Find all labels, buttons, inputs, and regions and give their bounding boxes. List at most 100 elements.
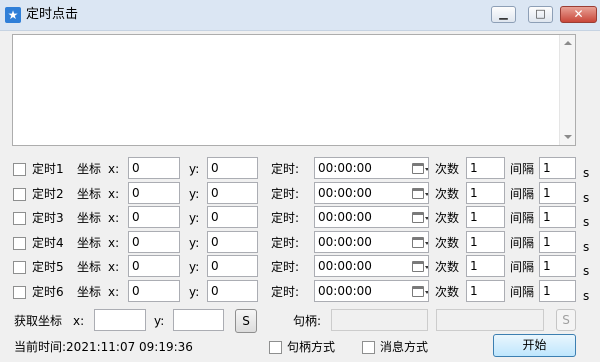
time-picker[interactable]: 00:00:00 <box>314 255 429 277</box>
count-field[interactable]: 1 <box>466 157 505 179</box>
timer-name-label: 定时5 <box>32 260 64 274</box>
coord-label: 坐标 <box>77 285 102 299</box>
start-button[interactable]: 开始 <box>493 334 576 357</box>
timer-row: 定时5 坐标 x: 0 y: 0 定时: 00:00:00 次数 1 间隔 1 s <box>0 255 600 279</box>
time-picker[interactable]: 00:00:00 <box>314 231 429 253</box>
timer-row: 定时6 坐标 x: 0 y: 0 定时: 00:00:00 次数 1 间隔 1 s <box>0 280 600 304</box>
dropdown-arrow-icon[interactable] <box>425 217 428 220</box>
timer-label: 定时: <box>271 236 300 250</box>
seconds-unit-label: s <box>583 289 590 303</box>
coord-label: 坐标 <box>77 162 102 176</box>
time-picker[interactable]: 00:00:00 <box>314 182 429 204</box>
y-label: y: <box>189 236 200 250</box>
calendar-icon[interactable] <box>412 237 424 248</box>
y-field[interactable]: 0 <box>207 280 258 302</box>
interval-label: 间隔 <box>510 211 535 225</box>
handle-extra-field[interactable] <box>436 309 544 331</box>
x-field[interactable]: 0 <box>128 255 180 277</box>
timer-name-label: 定时2 <box>32 187 64 201</box>
x-label: x: <box>108 187 120 201</box>
calendar-icon[interactable] <box>412 261 424 272</box>
interval-label: 间隔 <box>510 260 535 274</box>
timer-label: 定时: <box>271 260 300 274</box>
calendar-icon[interactable] <box>412 286 424 297</box>
y-field[interactable]: 0 <box>207 231 258 253</box>
y-label: y: <box>189 211 200 225</box>
x-field[interactable]: 0 <box>128 206 180 228</box>
scroll-down-arrow-icon[interactable] <box>564 135 572 139</box>
interval-label: 间隔 <box>510 285 535 299</box>
dropdown-arrow-icon[interactable] <box>425 291 428 294</box>
y-field[interactable]: 0 <box>207 255 258 277</box>
timer-row: 定时2 坐标 x: 0 y: 0 定时: 00:00:00 次数 1 间隔 1 s <box>0 182 600 206</box>
seconds-unit-label: s <box>583 240 590 254</box>
interval-field[interactable]: 1 <box>539 182 576 204</box>
time-picker[interactable]: 00:00:00 <box>314 157 429 179</box>
interval-field[interactable]: 1 <box>539 231 576 253</box>
close-icon: ✕ <box>573 7 584 21</box>
count-field[interactable]: 1 <box>466 206 505 228</box>
y-field[interactable]: 0 <box>207 206 258 228</box>
handle-mode-checkbox[interactable] <box>269 341 282 354</box>
timer-enable-checkbox[interactable] <box>13 188 26 201</box>
timer-enable-checkbox[interactable] <box>13 261 26 274</box>
calendar-icon[interactable] <box>412 163 424 174</box>
capture-x-field[interactable] <box>94 309 146 331</box>
timer-label: 定时: <box>271 211 300 225</box>
seconds-unit-label: s <box>583 264 590 278</box>
x-field[interactable]: 0 <box>128 231 180 253</box>
handle-field[interactable] <box>331 309 428 331</box>
timer-enable-checkbox[interactable] <box>13 237 26 250</box>
interval-field[interactable]: 1 <box>539 255 576 277</box>
time-picker[interactable]: 00:00:00 <box>314 280 429 302</box>
count-field[interactable]: 1 <box>466 280 505 302</box>
calendar-icon[interactable] <box>412 188 424 199</box>
close-button[interactable]: ✕ <box>560 6 597 23</box>
dropdown-arrow-icon[interactable] <box>425 242 428 245</box>
minimize-button[interactable]: ▁ <box>491 6 516 23</box>
y-field[interactable]: 0 <box>207 157 258 179</box>
scroll-up-arrow-icon[interactable] <box>564 41 572 45</box>
interval-field[interactable]: 1 <box>539 280 576 302</box>
y-field[interactable]: 0 <box>207 182 258 204</box>
count-field[interactable]: 1 <box>466 255 505 277</box>
coord-label: 坐标 <box>77 260 102 274</box>
calendar-icon[interactable] <box>412 212 424 223</box>
timer-enable-checkbox[interactable] <box>13 212 26 225</box>
handle-mode-label: 句柄方式 <box>287 340 336 354</box>
dropdown-arrow-icon[interactable] <box>425 193 428 196</box>
handle-s-button[interactable]: S <box>556 309 576 331</box>
capture-y-field[interactable] <box>173 309 224 331</box>
capture-s-button[interactable]: S <box>235 309 257 333</box>
maximize-button[interactable]: □ <box>528 6 553 23</box>
timer-name-label: 定时1 <box>32 162 64 176</box>
log-textarea[interactable] <box>12 34 576 146</box>
timer-enable-checkbox[interactable] <box>13 163 26 176</box>
y-label: y: <box>189 187 200 201</box>
time-value: 00:00:00 <box>318 235 372 249</box>
count-field[interactable]: 1 <box>466 231 505 253</box>
timer-enable-checkbox[interactable] <box>13 286 26 299</box>
seconds-unit-label: s <box>583 191 590 205</box>
x-field[interactable]: 0 <box>128 280 180 302</box>
time-picker[interactable]: 00:00:00 <box>314 206 429 228</box>
dropdown-arrow-icon[interactable] <box>425 266 428 269</box>
current-time-text: 当前时间:2021:11:07 09:19:36 <box>14 340 193 354</box>
message-mode-checkbox[interactable] <box>362 341 375 354</box>
count-field[interactable]: 1 <box>466 182 505 204</box>
count-label: 次数 <box>435 236 460 250</box>
count-label: 次数 <box>435 211 460 225</box>
x-field[interactable]: 0 <box>128 157 180 179</box>
log-scrollbar[interactable] <box>559 35 575 145</box>
x-field[interactable]: 0 <box>128 182 180 204</box>
interval-field[interactable]: 1 <box>539 157 576 179</box>
timer-label: 定时: <box>271 285 300 299</box>
interval-field[interactable]: 1 <box>539 206 576 228</box>
dropdown-arrow-icon[interactable] <box>425 168 428 171</box>
capture-x-label: x: <box>73 314 85 328</box>
timer-name-label: 定时3 <box>32 211 64 225</box>
interval-label: 间隔 <box>510 187 535 201</box>
y-label: y: <box>189 285 200 299</box>
star-icon: ★ <box>5 7 21 23</box>
time-value: 00:00:00 <box>318 161 372 175</box>
